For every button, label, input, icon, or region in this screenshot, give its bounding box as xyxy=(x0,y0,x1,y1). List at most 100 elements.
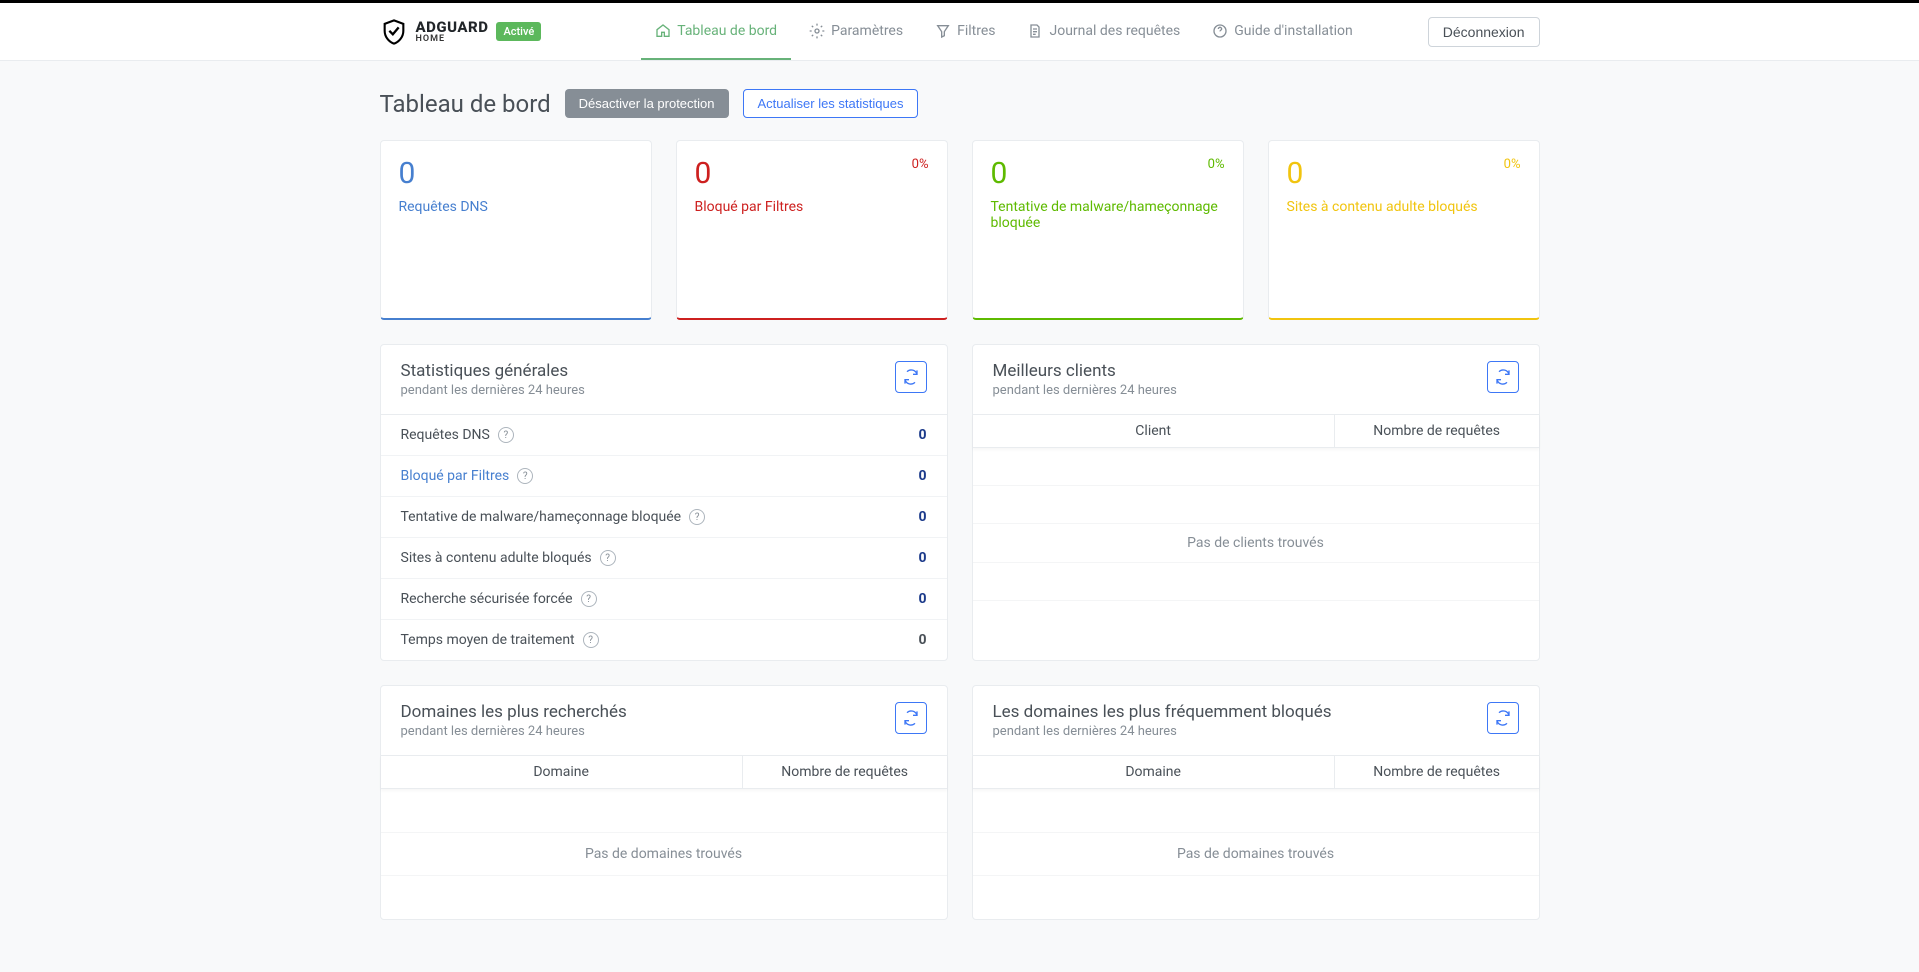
brand-sub: HOME xyxy=(416,35,489,44)
row-label: Requêtes DNS xyxy=(401,427,490,443)
card-malware-blocked: 0% 0 Tentative de malware/hameçonnage bl… xyxy=(972,140,1244,320)
page-title: Tableau de bord xyxy=(380,90,551,118)
help-icon[interactable]: ? xyxy=(498,427,514,443)
panel-top-clients: Meilleurs clients pendant les dernières … xyxy=(972,344,1540,661)
stat-label-link[interactable]: Tentative de malware/hameçonnage bloquée xyxy=(991,199,1225,231)
row-label: Tentative de malware/hameçonnage bloquée xyxy=(401,509,682,525)
card-dns-queries: 0 Requêtes DNS xyxy=(380,140,652,320)
panel-subtitle: pendant les dernières 24 heures xyxy=(401,724,627,739)
col-domain: Domaine xyxy=(381,756,743,788)
row-label: Sites à contenu adulte bloqués xyxy=(401,550,592,566)
nav-label: Filtres xyxy=(957,23,995,39)
panel-title: Statistiques générales xyxy=(401,361,585,381)
row-value: 0 xyxy=(918,427,926,443)
stat-label-link[interactable]: Requêtes DNS xyxy=(399,199,633,215)
stat-row-adult: Sites à contenu adulte bloqués? 0 xyxy=(381,538,947,579)
table-body: Pas de clients trouvés xyxy=(973,448,1539,638)
logo[interactable]: ADGUARD HOME Activé xyxy=(380,18,542,46)
refresh-button[interactable] xyxy=(895,702,927,734)
stat-cards: 0 Requêtes DNS 0% 0 Bloqué par Filtres 0… xyxy=(380,140,1540,320)
help-icon xyxy=(1212,23,1228,39)
stat-percent: 0% xyxy=(1504,157,1521,172)
stat-row-safesearch: Recherche sécurisée forcée? 0 xyxy=(381,579,947,620)
refresh-button[interactable] xyxy=(1487,702,1519,734)
document-icon xyxy=(1027,23,1043,39)
table-body: Pas de domaines trouvés xyxy=(381,789,947,919)
stat-percent: 0% xyxy=(912,157,929,172)
panel-title: Les domaines les plus fréquemment bloqué… xyxy=(993,702,1332,722)
refresh-icon xyxy=(903,710,919,726)
table-header: Domaine Nombre de requêtes xyxy=(381,755,947,789)
nav-label: Guide d'installation xyxy=(1234,23,1352,39)
help-icon[interactable]: ? xyxy=(600,550,616,566)
card-blocked-filters: 0% 0 Bloqué par Filtres xyxy=(676,140,948,320)
stat-row-malware: Tentative de malware/hameçonnage bloquée… xyxy=(381,497,947,538)
shield-icon xyxy=(380,18,408,46)
help-icon[interactable]: ? xyxy=(689,509,705,525)
nav-label: Journal des requêtes xyxy=(1049,23,1180,39)
panel-title: Meilleurs clients xyxy=(993,361,1177,381)
panel-top-queried: Domaines les plus recherchés pendant les… xyxy=(380,685,948,920)
col-requests: Nombre de requêtes xyxy=(1335,415,1539,447)
row-value: 0 xyxy=(918,550,926,566)
refresh-button[interactable] xyxy=(895,361,927,393)
panel-subtitle: pendant les dernières 24 heures xyxy=(993,724,1332,739)
help-icon[interactable]: ? xyxy=(581,591,597,607)
nav-filters[interactable]: Filtres xyxy=(921,3,1009,60)
stat-label-link[interactable]: Sites à contenu adulte bloqués xyxy=(1287,199,1521,215)
panel-general-stats: Statistiques générales pendant les derni… xyxy=(380,344,948,661)
stat-value: 0 xyxy=(1287,159,1521,189)
nav-dashboard[interactable]: Tableau de bord xyxy=(641,3,791,60)
nav-querylog[interactable]: Journal des requêtes xyxy=(1013,3,1194,60)
filter-icon xyxy=(935,23,951,39)
empty-message: Pas de clients trouvés xyxy=(973,448,1539,638)
panel-top-blocked: Les domaines les plus fréquemment bloqué… xyxy=(972,685,1540,920)
empty-message: Pas de domaines trouvés xyxy=(973,789,1539,919)
nav-settings[interactable]: Paramètres xyxy=(795,3,917,60)
col-requests: Nombre de requêtes xyxy=(743,756,947,788)
refresh-icon xyxy=(903,369,919,385)
main-nav: Tableau de bord Paramètres Filtres Journ… xyxy=(641,3,1367,60)
stat-label-link[interactable]: Bloqué par Filtres xyxy=(695,199,929,215)
row-label: Recherche sécurisée forcée xyxy=(401,591,573,607)
empty-message: Pas de domaines trouvés xyxy=(381,789,947,919)
stat-value: 0 xyxy=(399,159,633,189)
gear-icon xyxy=(809,23,825,39)
brand-name: ADGUARD xyxy=(416,20,489,35)
stat-row-blocked: Bloqué par Filtres? 0 xyxy=(381,456,947,497)
card-adult-blocked: 0% 0 Sites à contenu adulte bloqués xyxy=(1268,140,1540,320)
panel-title: Domaines les plus recherchés xyxy=(401,702,627,722)
refresh-stats-button[interactable]: Actualiser les statistiques xyxy=(743,89,919,118)
stat-row-avgtime: Temps moyen de traitement? 0 xyxy=(381,620,947,660)
page-header: Tableau de bord Désactiver la protection… xyxy=(380,89,1540,118)
stat-value: 0 xyxy=(991,159,1225,189)
table-header: Client Nombre de requêtes xyxy=(973,414,1539,448)
disable-protection-button[interactable]: Désactiver la protection xyxy=(565,89,729,118)
nav-label: Paramètres xyxy=(831,23,903,39)
stat-row-dns: Requêtes DNS? 0 xyxy=(381,415,947,456)
panel-subtitle: pendant les dernières 24 heures xyxy=(993,383,1177,398)
logout-button[interactable]: Déconnexion xyxy=(1428,17,1540,47)
col-domain: Domaine xyxy=(973,756,1335,788)
header: ADGUARD HOME Activé Tableau de bord Para… xyxy=(0,3,1919,61)
help-icon[interactable]: ? xyxy=(517,468,533,484)
stat-percent: 0% xyxy=(1208,157,1225,172)
nav-guide[interactable]: Guide d'installation xyxy=(1198,3,1366,60)
col-client: Client xyxy=(973,415,1335,447)
row-label: Temps moyen de traitement xyxy=(401,632,575,648)
stat-value: 0 xyxy=(695,159,929,189)
help-icon[interactable]: ? xyxy=(583,632,599,648)
row-value: 0 xyxy=(918,509,926,525)
panel-subtitle: pendant les dernières 24 heures xyxy=(401,383,585,398)
col-requests: Nombre de requêtes xyxy=(1335,756,1539,788)
row-value: 0 xyxy=(918,468,926,484)
refresh-button[interactable] xyxy=(1487,361,1519,393)
row-label-link[interactable]: Bloqué par Filtres xyxy=(401,468,510,484)
table-body: Pas de domaines trouvés xyxy=(973,789,1539,919)
status-badge: Activé xyxy=(496,22,541,41)
row-value: 0 xyxy=(918,632,926,648)
row-value: 0 xyxy=(918,591,926,607)
refresh-icon xyxy=(1495,369,1511,385)
home-icon xyxy=(655,23,671,39)
table-header: Domaine Nombre de requêtes xyxy=(973,755,1539,789)
